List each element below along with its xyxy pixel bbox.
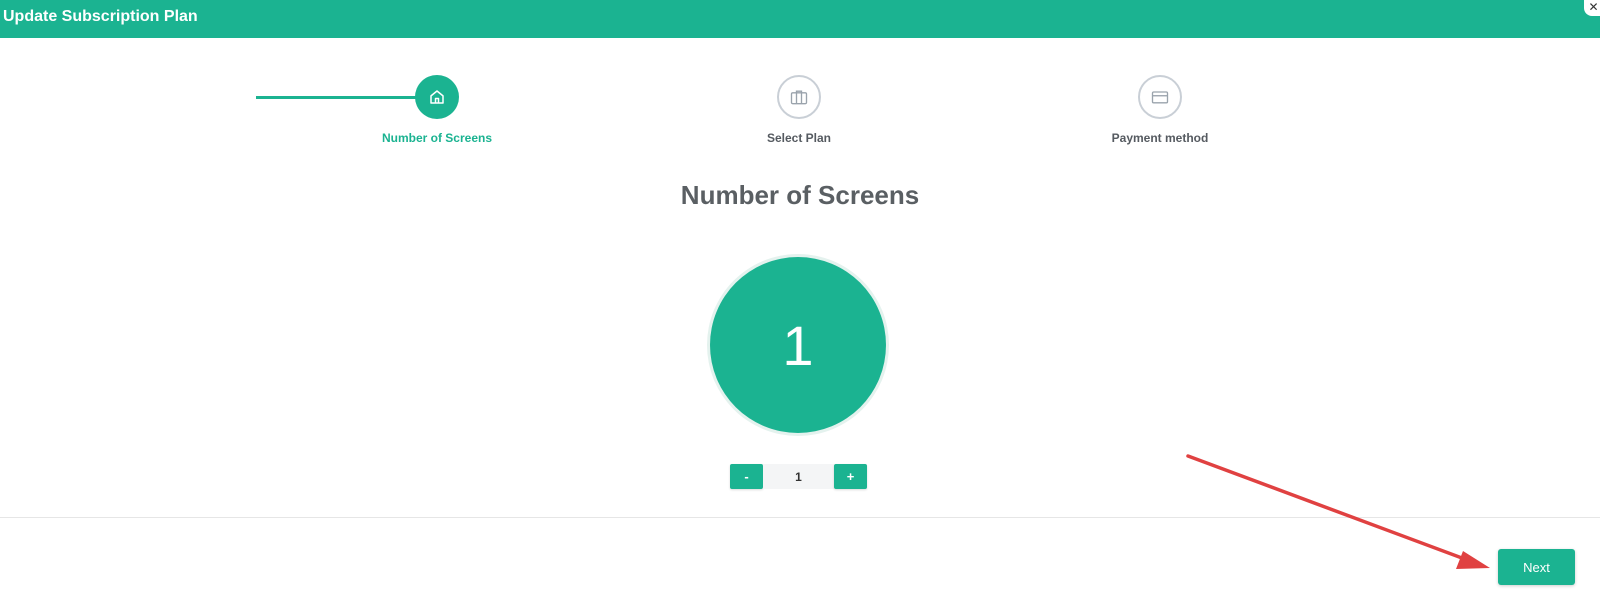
annotation-arrow-head <box>1456 551 1490 569</box>
increment-button[interactable]: + <box>834 464 867 489</box>
step-number-of-screens[interactable]: Number of Screens <box>337 75 537 145</box>
step-select-plan[interactable]: Select Plan <box>699 75 899 145</box>
step-label: Number of Screens <box>381 131 493 145</box>
close-button[interactable]: ✕ <box>1584 0 1600 16</box>
step-payment-method[interactable]: Payment method <box>1060 75 1260 145</box>
next-button[interactable]: Next <box>1498 549 1575 585</box>
credit-card-icon <box>1151 91 1169 104</box>
modal-title: Update Subscription Plan <box>3 8 198 25</box>
annotation-arrow-shaft <box>1186 454 1472 563</box>
step-circle <box>415 75 459 119</box>
screen-count-input[interactable] <box>763 464 834 489</box>
step-label: Select Plan <box>766 131 832 145</box>
screen-count-stepper: - + <box>730 464 867 489</box>
section-title: Number of Screens <box>680 180 920 210</box>
footer-divider <box>0 517 1600 518</box>
screen-count-display: 1 <box>710 257 886 433</box>
home-icon <box>430 90 444 104</box>
step-circle <box>777 75 821 119</box>
step-circle <box>1138 75 1182 119</box>
decrement-button[interactable]: - <box>730 464 763 489</box>
step-label: Payment method <box>1111 131 1209 145</box>
close-icon: ✕ <box>1588 0 1599 14</box>
modal-header: Update Subscription Plan ✕ <box>0 0 1600 38</box>
briefcase-icon <box>790 90 808 105</box>
